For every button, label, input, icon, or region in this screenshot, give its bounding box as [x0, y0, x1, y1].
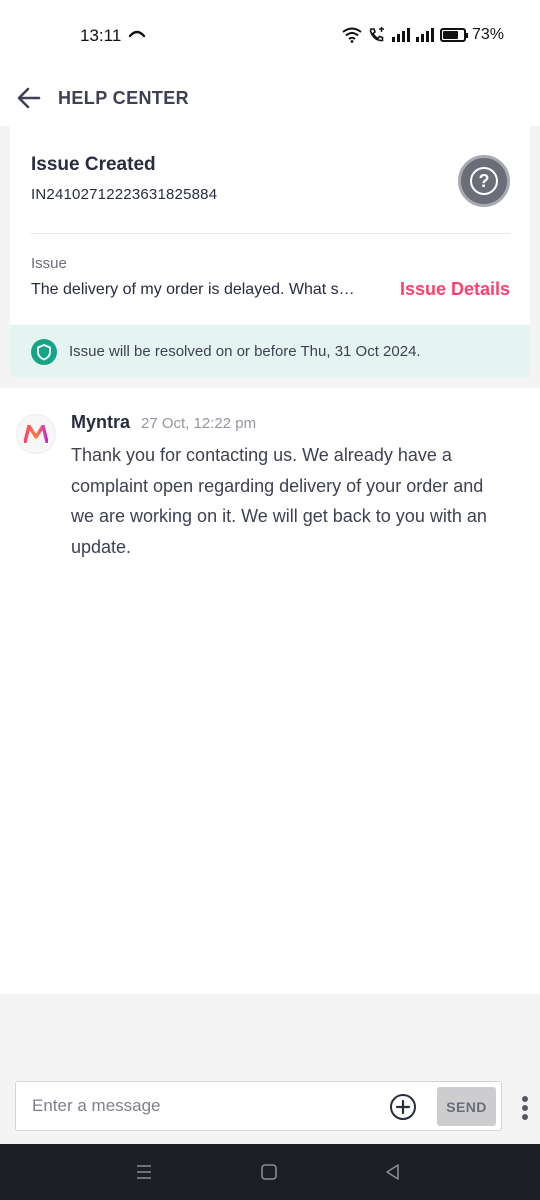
help-button[interactable]: ? [458, 155, 510, 207]
menu-icon[interactable] [132, 1160, 156, 1184]
shield-icon [31, 338, 57, 365]
send-button[interactable]: SEND [437, 1087, 496, 1126]
issue-description: The delivery of my order is delayed. Wha… [31, 281, 355, 298]
wifi-icon [342, 27, 362, 43]
signal-icon-2 [415, 28, 434, 42]
call-forward-icon [128, 30, 146, 38]
volte-call-icon [369, 27, 384, 42]
back-arrow-icon[interactable] [16, 85, 42, 111]
help-icon: ? [470, 167, 498, 195]
status-icons: 73% [342, 26, 504, 44]
plus-circle-icon[interactable] [389, 1093, 417, 1121]
chat-thread[interactable]: Myntra 27 Oct, 12:22 pm Thank you for co… [0, 388, 540, 994]
message-input[interactable] [32, 1082, 372, 1130]
issue-label: Issue [31, 255, 67, 272]
divider [31, 233, 510, 234]
myntra-logo [24, 425, 48, 443]
page-title: HELP CENTER [58, 87, 190, 108]
signal-icon-1 [391, 28, 410, 42]
issue-id: IN24102712223631825884 [31, 186, 218, 203]
message-sender: Myntra [71, 412, 131, 432]
home-icon[interactable] [257, 1160, 281, 1184]
battery-icon [439, 28, 468, 42]
back-triangle-icon[interactable] [381, 1160, 405, 1184]
issue-details-link[interactable]: Issue Details [400, 279, 510, 300]
message-composer: SEND [15, 1081, 502, 1131]
issue-card: Issue Created IN24102712223631825884 ? I… [10, 126, 530, 378]
battery-percent: 73% [471, 26, 504, 43]
message-timestamp: 27 Oct, 12:22 pm [141, 415, 257, 432]
issue-status-title: Issue Created [31, 154, 156, 175]
resolution-banner: Issue will be resolved on or before Thu,… [10, 325, 530, 378]
system-nav-bar [0, 1144, 540, 1200]
battery-fill [442, 31, 458, 39]
status-bar: 13:11 73% [0, 0, 540, 70]
app-header: HELP CENTER [0, 70, 540, 126]
message-text: Thank you for contacting us. We already … [71, 445, 487, 557]
composer-area: SEND [0, 994, 540, 1144]
resolution-text: Issue will be resolved on or before Thu,… [69, 343, 421, 360]
issue-panel: Issue Created IN24102712223631825884 ? I… [0, 126, 540, 388]
more-vertical-icon[interactable] [521, 1095, 529, 1121]
status-time: 13:11 [80, 26, 122, 45]
avatar [16, 414, 56, 454]
